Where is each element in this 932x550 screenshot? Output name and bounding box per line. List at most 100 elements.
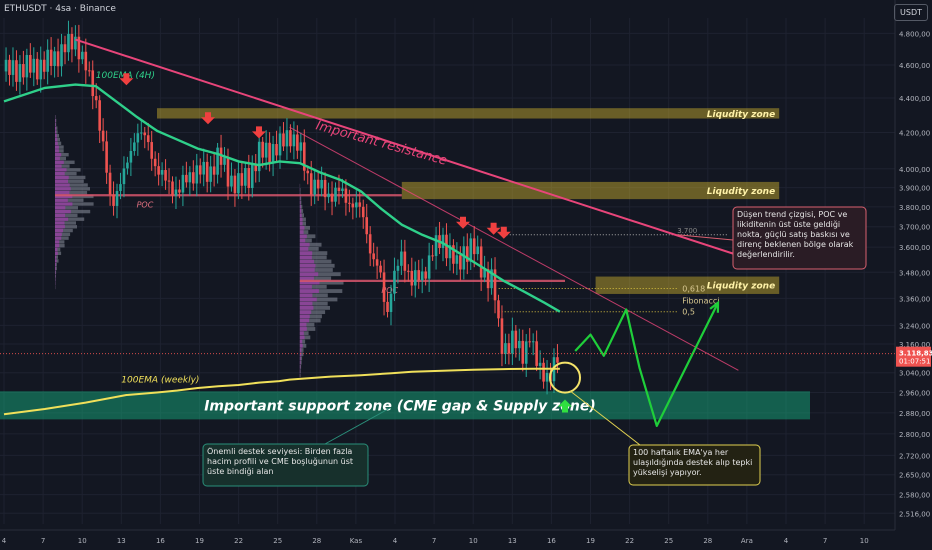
x-tick-label: 19 [195, 537, 204, 545]
y-tick-label: 2.720,00 [899, 452, 930, 460]
fibonacci-label: 0,618 [682, 284, 705, 293]
candle-body [337, 187, 341, 191]
x-tick-label: 25 [664, 537, 673, 545]
candle-body [365, 217, 369, 235]
volume-profile-bar-accent [55, 202, 73, 206]
candle-body [115, 191, 119, 206]
candle-body [185, 174, 188, 183]
volume-profile-bar-accent [299, 339, 303, 344]
candle-body [209, 166, 212, 182]
candle-body [74, 36, 77, 50]
y-tick-label: 3.600,00 [899, 244, 930, 252]
candle-body [344, 188, 348, 203]
volume-profile-bar-accent [55, 171, 65, 176]
candle-body [63, 44, 67, 53]
x-tick-label: 4 [784, 537, 789, 545]
candle-body [296, 134, 299, 151]
candle-body [334, 187, 337, 202]
volume-profile-bar-accent [299, 268, 315, 272]
candle-body [507, 343, 511, 354]
current-price-value: 3.118,83 [899, 350, 932, 358]
fibonacci-label: Fibonacci [682, 297, 719, 306]
y-tick-label: 2.516,00 [899, 510, 930, 518]
volume-profile-bar-accent [55, 217, 69, 221]
candle-body [202, 161, 206, 175]
candle-body [330, 193, 334, 202]
candle-body [389, 293, 393, 312]
y-tick-label: 4.000,00 [899, 166, 930, 174]
candle-body [164, 170, 167, 181]
support-note: Önemli destek seviyesi: Birden fazla hac… [207, 447, 353, 476]
candle-body [105, 141, 108, 173]
volume-profile-bar-accent [299, 196, 301, 201]
volume-profile-bar-accent [299, 225, 305, 230]
volume-profile-bar-accent [299, 276, 314, 281]
volume-profile-bar-accent [299, 364, 301, 369]
chart-canvas[interactable]: Important support zone (CME gap & Supply… [0, 0, 932, 550]
y-tick-label: 3.800,00 [899, 204, 930, 212]
volume-profile-bar-accent [299, 209, 302, 213]
candle-body [18, 64, 22, 82]
candle-body [514, 330, 518, 349]
y-tick-label: 3.480,00 [899, 269, 930, 277]
candle-body [247, 168, 251, 188]
candle-body [237, 173, 240, 194]
volume-profile-bar-accent [299, 301, 313, 306]
y-tick-label: 3.900,00 [899, 185, 930, 193]
candle-body [472, 238, 476, 255]
candle-body [320, 179, 323, 189]
symbol-header[interactable]: ETHUSDT · 4sa · Binance [4, 4, 116, 14]
candle-body [556, 357, 559, 363]
volume-profile-bar-accent [299, 242, 310, 247]
candle-body [327, 193, 330, 198]
candle-body [476, 246, 479, 255]
liquidity-zone-label: Liqudity zone [707, 110, 775, 120]
candle-body [157, 166, 160, 175]
candle-body [264, 142, 268, 158]
volume-profile-bar-accent [55, 137, 58, 142]
candle-body [150, 142, 153, 159]
volume-profile-bar-accent [55, 149, 59, 153]
candle-body [230, 175, 233, 187]
volume-profile-bar-accent [299, 305, 314, 310]
candle-body [511, 330, 514, 354]
volume-profile-bar-accent [55, 213, 66, 218]
volume-profile-bar-accent [299, 331, 304, 336]
candle-body [108, 172, 112, 195]
y-tick-label: 4.800,00 [899, 30, 930, 38]
ema-weekly-label: 100EMA (weekly) [121, 375, 199, 385]
candle-body [49, 49, 53, 66]
candle-body [126, 162, 129, 169]
candle-body [15, 60, 18, 82]
volume-profile-bar-accent [55, 266, 56, 271]
candle-body [84, 51, 88, 71]
x-tick-label: 25 [273, 537, 282, 545]
candle-body [528, 341, 532, 343]
candle-body [372, 253, 375, 260]
currency-button[interactable]: USDT [894, 4, 928, 21]
volume-profile-bar-accent [299, 356, 301, 361]
candle-body [309, 173, 313, 195]
y-tick-label: 3.040,00 [899, 370, 930, 378]
candle-body [136, 133, 140, 143]
y-tick-label: 2.960,00 [899, 390, 930, 398]
volume-profile-bar-accent [299, 234, 307, 239]
candle-body [119, 184, 122, 192]
candle-body [531, 341, 535, 343]
x-tick-label: 7 [823, 537, 827, 545]
volume-profile-bar-accent [299, 343, 303, 348]
candle-body [244, 168, 247, 186]
current-price-countdown: 01:07:51 [899, 358, 930, 366]
candle-body [379, 265, 382, 273]
volume-profile-bar-accent [55, 198, 68, 202]
volume-profile-bar-accent [299, 318, 310, 323]
candle-body [275, 144, 278, 156]
candle-body [278, 133, 282, 156]
candle-body [192, 172, 195, 184]
candle-body [139, 132, 143, 134]
volume-profile-bar-accent [55, 134, 57, 138]
volume-profile-bar-accent [55, 156, 60, 161]
volume-profile-bar-accent [55, 206, 66, 210]
candle-body [143, 132, 147, 136]
candle-body [56, 51, 60, 67]
